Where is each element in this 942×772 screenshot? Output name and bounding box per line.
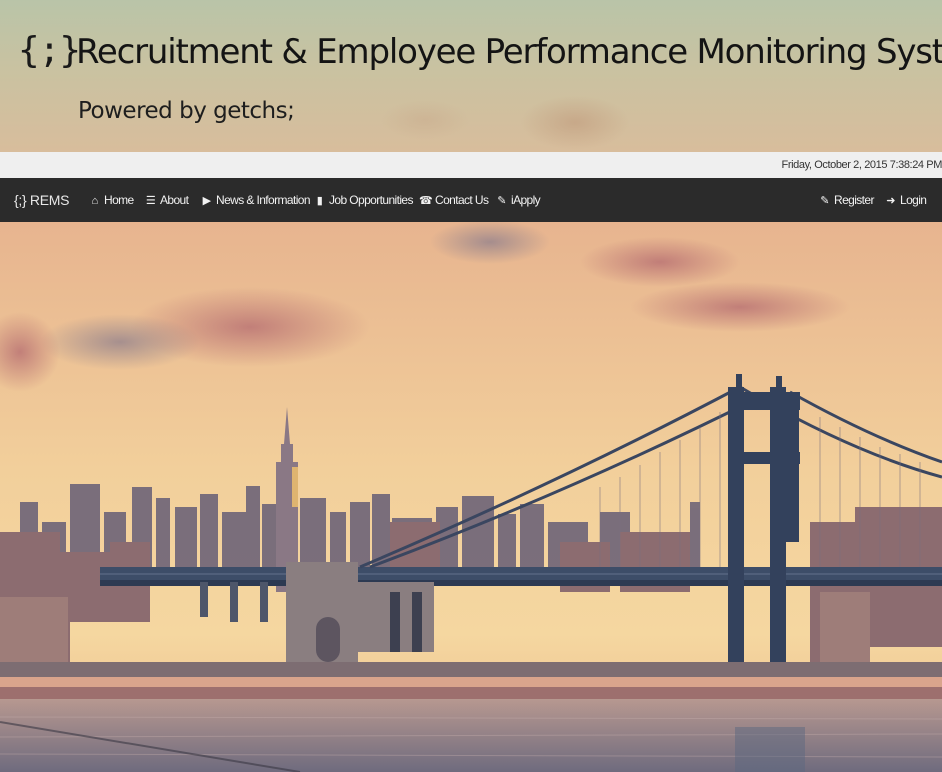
- nav-contact-label: Contact Us: [435, 193, 489, 207]
- home-icon: ⌂: [91, 195, 98, 207]
- nav-register[interactable]: ✎ Register: [818, 193, 874, 207]
- pencil-icon: ✎: [497, 195, 506, 207]
- site-subtitle: Powered by getchs;: [78, 98, 295, 124]
- nav-contact[interactable]: ☎ Contact Us: [419, 193, 489, 207]
- main-navbar: {;} REMS ⌂ Home ☰ About ▶ News & Informatio…: [0, 178, 942, 222]
- nav-login-label: Login: [900, 193, 927, 207]
- site-logo[interactable]: {;}: [18, 30, 81, 71]
- site-title: Recruitment & Employee Performance Monit…: [76, 32, 942, 72]
- nav-about[interactable]: ☰ About: [144, 193, 189, 207]
- list-icon: ☰: [145, 195, 156, 207]
- nav-news-label: News & Information: [216, 193, 311, 207]
- edit-icon: ✎: [820, 195, 829, 207]
- navbar-brand[interactable]: {;} REMS: [14, 192, 69, 208]
- nav-jobs[interactable]: ▮ Job Opportunities: [313, 193, 414, 207]
- datetime-text: Friday, October 2, 2015 7:38:24 PM: [781, 159, 942, 171]
- nav-news[interactable]: ▶ News & Information: [200, 193, 311, 207]
- datetime-bar: Friday, October 2, 2015 7:38:24 PM: [0, 152, 942, 179]
- phone-icon: ☎: [419, 195, 433, 207]
- nav-login[interactable]: ➜ Login: [884, 193, 927, 207]
- nav-home-label: Home: [104, 193, 134, 207]
- briefcase-icon: ▮: [316, 195, 323, 207]
- login-icon: ➜: [886, 195, 895, 207]
- hero-illustration: [0, 222, 942, 772]
- header-cloud: [520, 95, 630, 150]
- nav-iapply[interactable]: ✎ iApply: [495, 193, 541, 207]
- nav-iapply-label: iApply: [511, 193, 541, 207]
- nav-home[interactable]: ⌂ Home: [88, 193, 134, 207]
- header-cloud: [380, 100, 470, 140]
- nav-register-label: Register: [834, 193, 874, 207]
- nav-about-label: About: [160, 193, 189, 207]
- hero-image: [0, 222, 942, 772]
- megaphone-icon: ▶: [202, 195, 211, 207]
- nav-jobs-label: Job Opportunities: [329, 193, 413, 207]
- header-banner: {;} Recruitment & Employee Performance M…: [0, 0, 942, 152]
